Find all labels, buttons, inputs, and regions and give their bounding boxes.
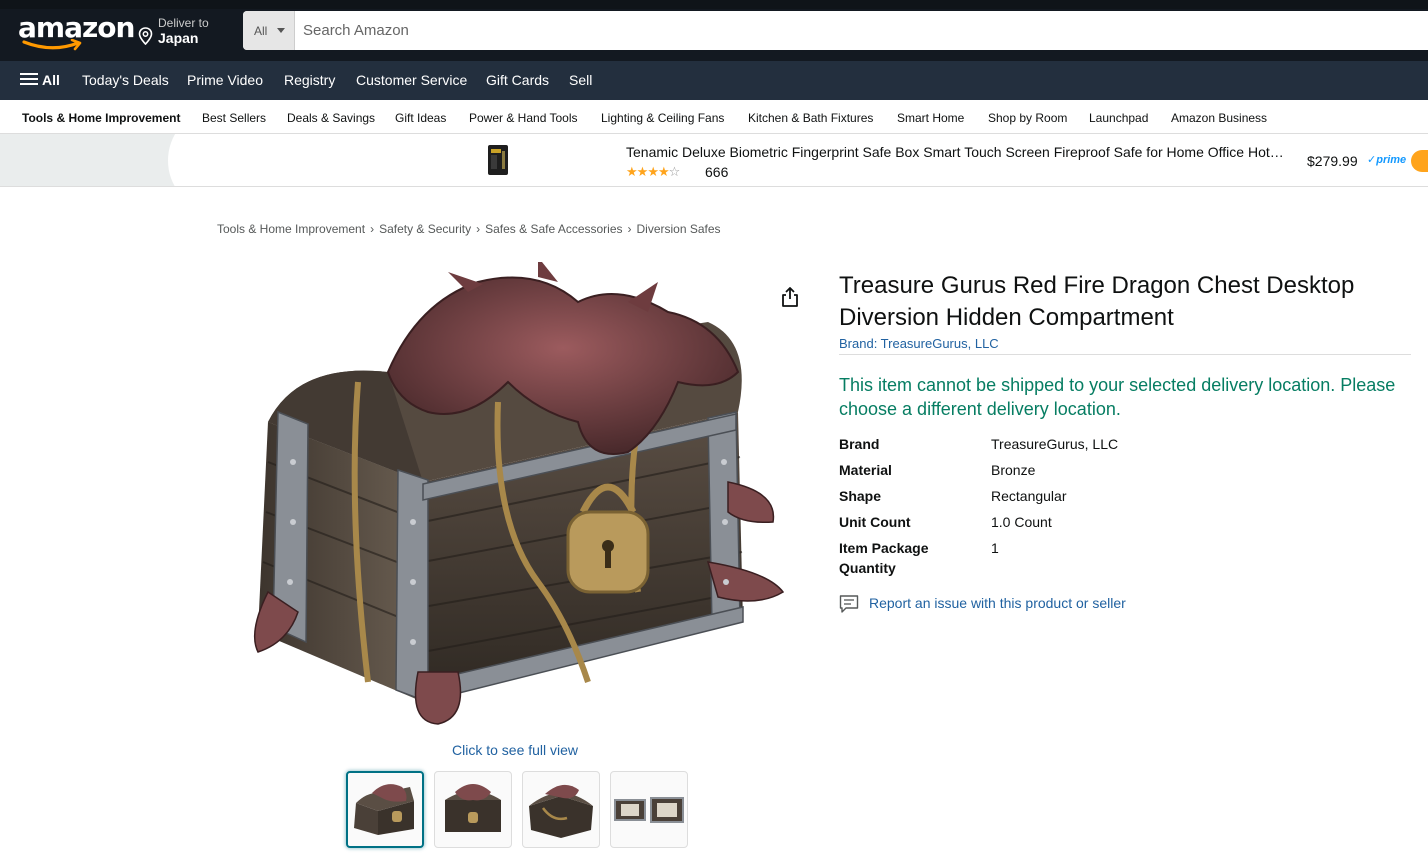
chevron-right-icon: › bbox=[627, 222, 632, 236]
search-category-dropdown[interactable]: All bbox=[243, 11, 295, 50]
hamburger-menu-icon bbox=[20, 73, 38, 86]
brand-link[interactable]: Brand: TreasureGurus, LLC bbox=[839, 336, 999, 351]
caret-down-icon bbox=[277, 28, 285, 33]
search-category-label: All bbox=[254, 24, 268, 38]
star-icon: ★ bbox=[647, 164, 659, 179]
banner-star-rating[interactable]: ★★★★☆ bbox=[626, 164, 681, 180]
location-pin-icon bbox=[138, 27, 153, 45]
top-nav-bar: amazon Deliver to Japan All bbox=[0, 0, 1428, 61]
share-icon[interactable] bbox=[780, 286, 800, 308]
thumbnail-image bbox=[445, 784, 501, 832]
thumbnail-4[interactable] bbox=[610, 771, 688, 848]
spec-key: Shape bbox=[839, 488, 882, 504]
nav-link-todays-deals[interactable]: Today's Deals bbox=[82, 72, 169, 88]
spec-key: Item Package Quantity bbox=[839, 540, 929, 576]
spec-value: Rectangular bbox=[991, 488, 1067, 504]
nav-link-sell[interactable]: Sell bbox=[569, 72, 592, 88]
nav-link-prime-video[interactable]: Prime Video bbox=[187, 72, 263, 88]
subnav-link-amazon-business[interactable]: Amazon Business bbox=[1171, 111, 1267, 125]
subnav-link-shop-by-room[interactable]: Shop by Room bbox=[988, 111, 1067, 125]
star-icon: ★ bbox=[636, 164, 649, 179]
banner-product-title[interactable]: Tenamic Deluxe Biometric Fingerprint Saf… bbox=[626, 144, 1296, 160]
search-bar: All bbox=[243, 11, 1428, 50]
breadcrumb-item[interactable]: Diversion Safes bbox=[637, 222, 721, 236]
subnav-link-deals-savings[interactable]: Deals & Savings bbox=[287, 111, 375, 125]
thumbnail-1[interactable] bbox=[346, 771, 424, 848]
thumbnail-2[interactable] bbox=[434, 771, 512, 848]
main-nav-bar: All Today's Deals Prime Video Registry C… bbox=[0, 61, 1428, 100]
all-menu-button[interactable]: All bbox=[20, 72, 60, 88]
spec-value: 1 bbox=[991, 540, 999, 556]
thumbnail-image bbox=[529, 784, 593, 838]
thumbnail-image bbox=[614, 797, 684, 823]
shipping-warning: This item cannot be shipped to your sele… bbox=[839, 375, 1396, 419]
breadcrumb: Tools & Home Improvement › Safety & Securi… bbox=[217, 222, 721, 236]
breadcrumb-item[interactable]: Tools & Home Improvement bbox=[217, 222, 365, 236]
feedback-icon bbox=[839, 595, 859, 613]
category-sub-nav: Tools & Home Improvement Best Sellers De… bbox=[0, 100, 1428, 134]
spec-key: Brand bbox=[839, 436, 880, 452]
star-icon: ★ bbox=[657, 164, 670, 179]
deliver-to-label: Deliver to bbox=[158, 16, 209, 30]
spec-value: Bronze bbox=[991, 462, 1036, 478]
smile-arrow-icon bbox=[22, 39, 82, 51]
sponsored-product-banner[interactable]: Tenamic Deluxe Biometric Fingerprint Saf… bbox=[0, 134, 1428, 187]
title-divider bbox=[839, 354, 1411, 355]
subnav-link-smart-home[interactable]: Smart Home bbox=[897, 111, 964, 125]
spec-key: Material bbox=[839, 462, 892, 478]
subnav-link-tools-home[interactable]: Tools & Home Improvement bbox=[22, 111, 180, 125]
subnav-link-power-hand-tools[interactable]: Power & Hand Tools bbox=[469, 111, 578, 125]
nav-link-registry[interactable]: Registry bbox=[284, 72, 335, 88]
prime-label: prime bbox=[1376, 154, 1407, 166]
subnav-link-kitchen-bath[interactable]: Kitchen & Bath Fixtures bbox=[748, 111, 873, 125]
breadcrumb-item[interactable]: Safety & Security bbox=[379, 222, 471, 236]
all-menu-label: All bbox=[42, 72, 60, 88]
search-input[interactable] bbox=[295, 11, 1395, 50]
subnav-link-gift-ideas[interactable]: Gift Ideas bbox=[395, 111, 446, 125]
subnav-link-lighting[interactable]: Lighting & Ceiling Fans bbox=[601, 111, 724, 125]
chevron-right-icon: › bbox=[476, 222, 481, 236]
product-title: Treasure Gurus Red Fire Dragon Chest Des… bbox=[839, 272, 1355, 331]
full-view-link[interactable]: Click to see full view bbox=[452, 742, 578, 758]
main-product-image[interactable] bbox=[238, 262, 798, 737]
prime-badge: ✓prime bbox=[1367, 154, 1407, 166]
spec-value: TreasureGurus, LLC bbox=[991, 436, 1119, 452]
spec-key: Unit Count bbox=[839, 514, 911, 530]
star-empty-icon: ☆ bbox=[668, 164, 681, 179]
banner-price: $279.99 bbox=[1307, 153, 1358, 169]
chevron-right-icon: › bbox=[370, 222, 375, 236]
breadcrumb-item[interactable]: Safes & Safe Accessories bbox=[485, 222, 622, 236]
nav-link-customer-service[interactable]: Customer Service bbox=[356, 72, 467, 88]
banner-grey-panel bbox=[0, 134, 190, 186]
spec-value: 1.0 Count bbox=[991, 514, 1052, 530]
report-issue-label: Report an issue with this product or sel… bbox=[869, 595, 1126, 611]
banner-shop-button[interactable] bbox=[1411, 150, 1428, 172]
amazon-logo[interactable]: amazon bbox=[18, 13, 135, 55]
subnav-link-launchpad[interactable]: Launchpad bbox=[1089, 111, 1148, 125]
subnav-link-best-sellers[interactable]: Best Sellers bbox=[202, 111, 266, 125]
deliver-to-country: Japan bbox=[158, 30, 199, 46]
star-icon: ★ bbox=[626, 164, 638, 179]
safe-product-thumbnail bbox=[488, 145, 508, 175]
nav-link-gift-cards[interactable]: Gift Cards bbox=[486, 72, 549, 88]
thumbnail-image bbox=[354, 784, 414, 835]
thumbnail-3[interactable] bbox=[522, 771, 600, 848]
banner-review-count[interactable]: 666 bbox=[705, 164, 728, 180]
banner-curve bbox=[168, 134, 248, 186]
